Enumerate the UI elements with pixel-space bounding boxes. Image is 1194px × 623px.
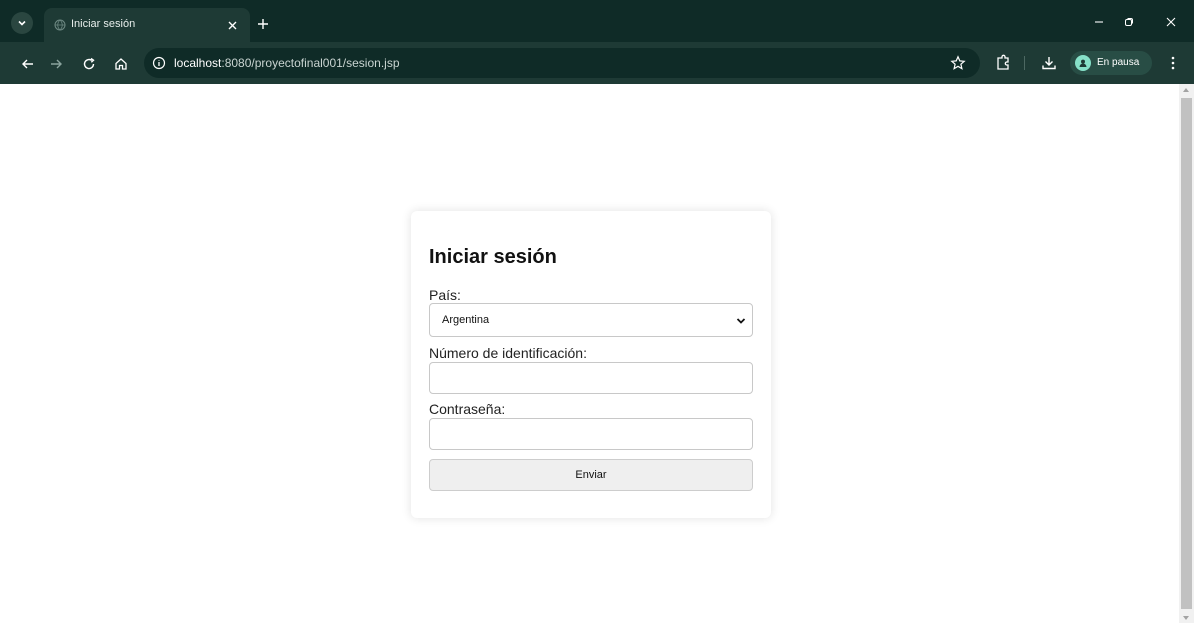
avatar xyxy=(1075,55,1091,71)
plus-icon xyxy=(258,19,268,29)
tab-active[interactable]: Iniciar sesión xyxy=(44,8,250,42)
arrow-right-icon xyxy=(51,59,62,69)
info-icon xyxy=(152,56,166,70)
browser-menu-button[interactable] xyxy=(1164,54,1182,72)
toolbar-divider xyxy=(1024,56,1025,70)
id-number-label: Número de identificación: xyxy=(429,345,587,361)
submit-button[interactable]: Enviar xyxy=(429,459,753,491)
chevron-down-icon xyxy=(736,318,746,324)
tab-title: Iniciar sesión xyxy=(71,18,136,30)
scroll-down-arrow-icon[interactable] xyxy=(1183,616,1189,620)
password-input[interactable] xyxy=(429,418,753,450)
forward-button[interactable] xyxy=(43,51,69,77)
country-select[interactable]: Argentina xyxy=(429,303,753,337)
tab-strip: Iniciar sesión xyxy=(0,0,1194,42)
address-bar[interactable]: localhost:8080/proyectofinal001/sesion.j… xyxy=(144,48,980,78)
minimize-button[interactable] xyxy=(1084,10,1114,34)
browser-toolbar: localhost:8080/proyectofinal001/sesion.j… xyxy=(0,42,1194,84)
minimize-icon xyxy=(1095,21,1103,23)
restore-button[interactable] xyxy=(1114,10,1144,34)
restore-icon xyxy=(1125,18,1133,26)
site-info-button[interactable] xyxy=(150,54,168,72)
password-label: Contraseña: xyxy=(429,401,506,417)
close-icon xyxy=(228,21,236,29)
reload-icon xyxy=(83,57,95,70)
home-icon xyxy=(115,58,127,70)
arrow-left-icon xyxy=(22,59,33,69)
chevron-down-icon xyxy=(18,20,26,26)
reload-button[interactable] xyxy=(76,51,102,77)
page-title: Iniciar sesión xyxy=(429,246,557,268)
address-path: :8080/proyectofinal001/sesion.jsp xyxy=(221,56,400,70)
new-tab-button[interactable] xyxy=(252,13,274,35)
login-card: Iniciar sesión País: Argentina Número de… xyxy=(411,211,771,518)
profile-button[interactable]: En pausa xyxy=(1070,51,1152,75)
scrollbar-thumb[interactable] xyxy=(1181,98,1192,609)
back-button[interactable] xyxy=(15,51,41,77)
tab-close-button[interactable] xyxy=(222,15,242,35)
star-icon[interactable] xyxy=(950,55,966,71)
scroll-up-arrow-icon[interactable] xyxy=(1183,88,1189,92)
country-label: País: xyxy=(429,287,461,303)
extensions-icon[interactable] xyxy=(994,54,1012,72)
country-selected-value: Argentina xyxy=(442,314,490,326)
close-window-button[interactable] xyxy=(1156,10,1186,34)
more-vertical-icon xyxy=(1171,56,1175,70)
profile-status-label: En pausa xyxy=(1097,57,1140,68)
globe-icon xyxy=(54,19,66,31)
profile-icon xyxy=(1079,59,1087,67)
home-button[interactable] xyxy=(108,51,134,77)
tab-search-button[interactable] xyxy=(11,12,33,34)
page-viewport: Iniciar sesión País: Argentina Número de… xyxy=(0,84,1194,623)
address-url[interactable]: localhost:8080/proyectofinal001/sesion.j… xyxy=(174,56,400,70)
download-icon[interactable] xyxy=(1040,54,1058,72)
id-number-input[interactable] xyxy=(429,362,753,394)
vertical-scrollbar[interactable] xyxy=(1179,84,1194,623)
close-icon xyxy=(1166,17,1176,27)
address-host: localhost xyxy=(174,56,222,70)
